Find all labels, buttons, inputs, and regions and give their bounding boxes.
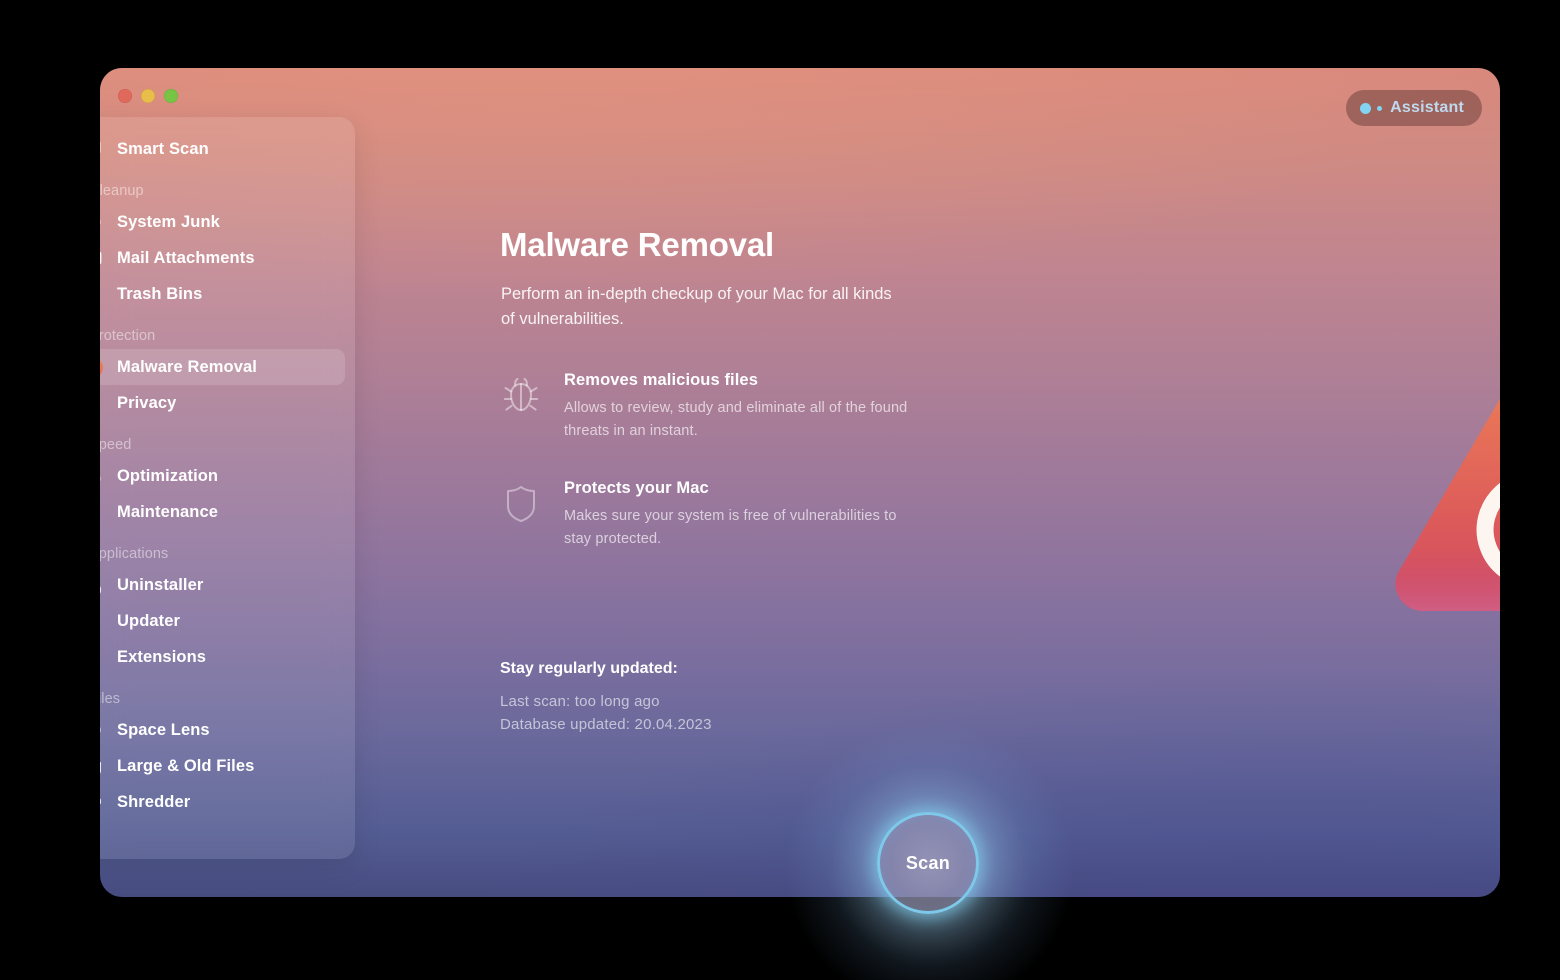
- sidebar-section-protection: Protection: [100, 328, 156, 344]
- sidebar-item-optimization[interactable]: Optimization: [100, 458, 345, 494]
- sliders-icon: [100, 463, 105, 489]
- assistant-button[interactable]: Assistant: [1346, 90, 1482, 126]
- sidebar-item-label: Shredder: [117, 792, 191, 811]
- close-button[interactable]: [118, 89, 132, 103]
- sidebar-item-updater[interactable]: Updater: [100, 603, 345, 639]
- sidebar-item-trash-bins[interactable]: Trash Bins: [100, 276, 345, 312]
- sidebar-item-extensions[interactable]: Extensions: [100, 639, 345, 675]
- biohazard-icon: [100, 354, 105, 380]
- status-block: Stay regularly updated: Last scan: too l…: [500, 660, 712, 736]
- sidebar-item-label: Large & Old Files: [117, 756, 255, 775]
- feature-item: Removes malicious files Allows to review…: [500, 371, 970, 443]
- status-database-updated: Database updated: 20.04.2023: [500, 716, 712, 733]
- status-heading: Stay regularly updated:: [500, 660, 678, 677]
- feature-description: Allows to review, study and eliminate al…: [564, 400, 908, 439]
- assistant-label: Assistant: [1390, 99, 1464, 116]
- sidebar-item-label: Trash Bins: [117, 284, 203, 303]
- sidebar-section-applications: Applications: [100, 546, 169, 562]
- sidebar-item-maintenance[interactable]: Maintenance: [100, 494, 345, 530]
- feature-list: Removes malicious files Allows to review…: [500, 371, 970, 587]
- sidebar-item-label: Smart Scan: [117, 139, 209, 158]
- feature-title: Removes malicious files: [564, 371, 758, 389]
- sidebar-item-malware-removal[interactable]: Malware Removal: [100, 349, 345, 385]
- main-content: Malware Removal Perform an in-depth chec…: [500, 68, 1500, 897]
- wrench-icon: [100, 499, 105, 525]
- sidebar-item-label: Space Lens: [117, 720, 210, 739]
- feature-title: Protects your Mac: [564, 479, 709, 497]
- shredder-icon: [100, 789, 105, 815]
- hand-icon: [100, 390, 105, 416]
- sidebar-item-label: Mail Attachments: [117, 248, 255, 267]
- feature-item: Protects your Mac Makes sure your system…: [500, 479, 970, 551]
- sidebar-section-speed: Speed: [100, 437, 132, 453]
- sidebar-item-shredder[interactable]: Shredder: [100, 784, 345, 820]
- sidebar-item-label: Updater: [117, 611, 181, 630]
- sidebar-item-label: Uninstaller: [117, 575, 204, 594]
- status-last-scan: Last scan: too long ago: [500, 693, 660, 710]
- app-stack-icon: [100, 572, 105, 598]
- sidebar-item-label: Optimization: [117, 466, 219, 485]
- sidebar-item-privacy[interactable]: Privacy: [100, 385, 345, 421]
- window-controls[interactable]: [118, 89, 178, 103]
- sidebar-item-uninstaller[interactable]: Uninstaller: [100, 567, 345, 603]
- biohazard-triangle-icon: [1385, 288, 1500, 653]
- folder-icon: [100, 753, 105, 779]
- refresh-arrow-icon: [100, 608, 105, 634]
- sidebar-item-large-old-files[interactable]: Large & Old Files: [100, 748, 345, 784]
- app-window: Assistant Smart Scan Cleanup System Junk Ma…: [100, 68, 1500, 897]
- sidebar-item-system-junk[interactable]: System Junk: [100, 204, 345, 240]
- maximize-button[interactable]: [164, 89, 178, 103]
- display-scan-icon: [100, 136, 105, 162]
- broom-icon: [100, 209, 105, 235]
- page-subtitle: Perform an in-depth checkup of your Mac …: [501, 285, 892, 328]
- shield-icon: [500, 479, 542, 551]
- sidebar-item-label: Extensions: [117, 647, 207, 666]
- sidebar-item-mail-attachments[interactable]: Mail Attachments: [100, 240, 345, 276]
- sidebar-item-space-lens[interactable]: Space Lens: [100, 712, 345, 748]
- sidebar-section-files: Files: [100, 691, 121, 707]
- sidebar-item-label: Malware Removal: [117, 357, 257, 376]
- sidebar-item-label: Privacy: [117, 393, 177, 412]
- space-lens-icon: [100, 717, 105, 743]
- scan-button-label: Scan: [905, 852, 951, 873]
- envelope-icon: [100, 245, 105, 271]
- sidebar-item-smart-scan[interactable]: Smart Scan: [100, 131, 345, 167]
- page-title: Malware Removal: [500, 226, 774, 263]
- sidebar-item-label: System Junk: [117, 212, 220, 231]
- sidebar-item-label: Maintenance: [117, 502, 219, 521]
- assistant-dots-icon: [1360, 102, 1383, 114]
- feature-description: Makes sure your system is free of vulner…: [564, 508, 897, 547]
- sidebar-section-cleanup: Cleanup: [100, 183, 144, 199]
- minimize-button[interactable]: [141, 89, 155, 103]
- scan-button[interactable]: Scan: [877, 812, 979, 914]
- puzzle-piece-icon: [100, 644, 105, 670]
- sidebar: Smart Scan Cleanup System Junk Mail Attachm…: [100, 117, 355, 859]
- screen: Assistant Smart Scan Cleanup System Junk Ma…: [0, 0, 1560, 980]
- trash-bin-icon: [100, 281, 105, 307]
- bug-shield-icon: [500, 371, 542, 443]
